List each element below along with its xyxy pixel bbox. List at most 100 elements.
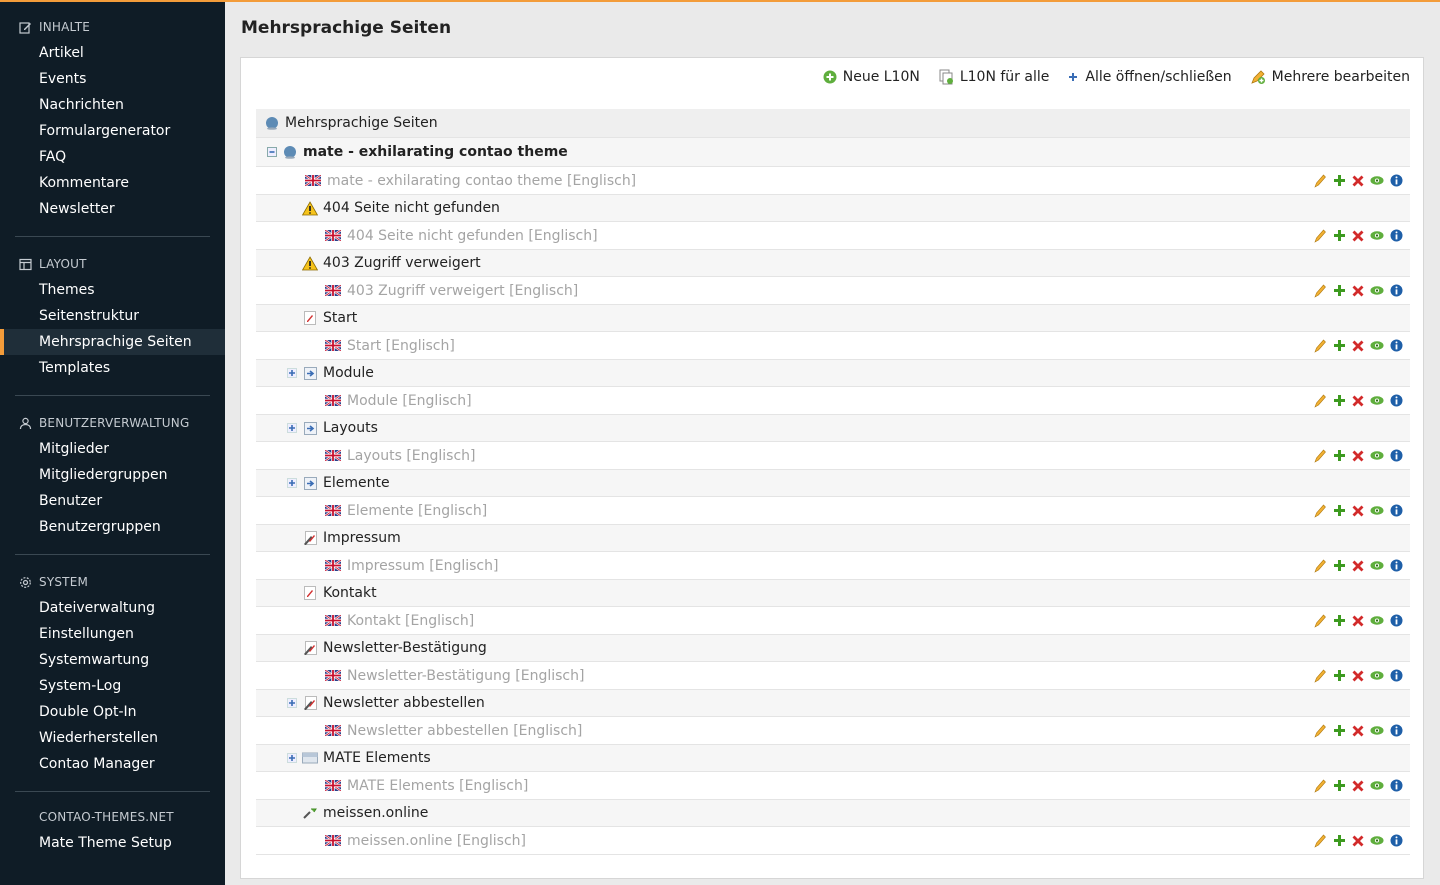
visible-icon[interactable] bbox=[1370, 669, 1384, 683]
sidebar-item[interactable]: Einstellungen bbox=[0, 621, 225, 647]
add-icon[interactable] bbox=[1332, 339, 1346, 353]
edit-icon[interactable] bbox=[1313, 614, 1327, 628]
add-icon[interactable] bbox=[1332, 174, 1346, 188]
tree-page-row[interactable]: Impressum bbox=[256, 525, 1410, 552]
edit-icon[interactable] bbox=[1313, 834, 1327, 848]
add-icon[interactable] bbox=[1332, 229, 1346, 243]
add-icon[interactable] bbox=[1332, 779, 1346, 793]
sidebar-item[interactable]: Formulargenerator bbox=[0, 118, 225, 144]
delete-icon[interactable] bbox=[1351, 614, 1365, 628]
new-l10n-button[interactable]: Neue L10N bbox=[823, 69, 920, 85]
visible-icon[interactable] bbox=[1370, 559, 1384, 573]
visible-icon[interactable] bbox=[1370, 394, 1384, 408]
add-icon[interactable] bbox=[1332, 724, 1346, 738]
sidebar-item[interactable]: Systemwartung bbox=[0, 647, 225, 673]
expand-icon[interactable] bbox=[284, 475, 300, 491]
tree-page-row[interactable]: Module bbox=[256, 360, 1410, 387]
nav-group-header[interactable]: CONTAO-THEMES.NET bbox=[0, 804, 225, 830]
expand-icon[interactable] bbox=[284, 365, 300, 381]
sidebar-item[interactable]: Artikel bbox=[0, 40, 225, 66]
sidebar-item[interactable]: Mitglieder bbox=[0, 436, 225, 462]
sidebar-item[interactable]: Nachrichten bbox=[0, 92, 225, 118]
sidebar-item[interactable]: Seitenstruktur bbox=[0, 303, 225, 329]
add-icon[interactable] bbox=[1332, 394, 1346, 408]
info-icon[interactable] bbox=[1389, 559, 1403, 573]
info-icon[interactable] bbox=[1389, 284, 1403, 298]
edit-icon[interactable] bbox=[1313, 394, 1327, 408]
nav-group-header[interactable]: SYSTEM bbox=[0, 569, 225, 595]
sidebar-item[interactable]: Mehrsprachige Seiten bbox=[0, 329, 225, 355]
visible-icon[interactable] bbox=[1370, 284, 1384, 298]
info-icon[interactable] bbox=[1389, 779, 1403, 793]
edit-icon[interactable] bbox=[1313, 504, 1327, 518]
visible-icon[interactable] bbox=[1370, 449, 1384, 463]
expand-icon[interactable] bbox=[284, 420, 300, 436]
delete-icon[interactable] bbox=[1351, 229, 1365, 243]
edit-icon[interactable] bbox=[1313, 724, 1327, 738]
delete-icon[interactable] bbox=[1351, 339, 1365, 353]
delete-icon[interactable] bbox=[1351, 174, 1365, 188]
info-icon[interactable] bbox=[1389, 394, 1403, 408]
nav-group-header[interactable]: BENUTZERVERWALTUNG bbox=[0, 410, 225, 436]
edit-icon[interactable] bbox=[1313, 559, 1327, 573]
tree-page-row[interactable]: Newsletter abbestellen bbox=[256, 690, 1410, 717]
info-icon[interactable] bbox=[1389, 339, 1403, 353]
visible-icon[interactable] bbox=[1370, 504, 1384, 518]
tree-page-row[interactable]: Start bbox=[256, 305, 1410, 332]
tree-page-row[interactable]: Kontakt bbox=[256, 580, 1410, 607]
info-icon[interactable] bbox=[1389, 449, 1403, 463]
add-icon[interactable] bbox=[1332, 614, 1346, 628]
info-icon[interactable] bbox=[1389, 174, 1403, 188]
visible-icon[interactable] bbox=[1370, 229, 1384, 243]
delete-icon[interactable] bbox=[1351, 394, 1365, 408]
edit-icon[interactable] bbox=[1313, 669, 1327, 683]
visible-icon[interactable] bbox=[1370, 174, 1384, 188]
delete-icon[interactable] bbox=[1351, 559, 1365, 573]
edit-icon[interactable] bbox=[1313, 779, 1327, 793]
sidebar-item[interactable]: Themes bbox=[0, 277, 225, 303]
tree-page-row[interactable]: Newsletter-Bestätigung bbox=[256, 635, 1410, 662]
delete-icon[interactable] bbox=[1351, 284, 1365, 298]
add-icon[interactable] bbox=[1332, 559, 1346, 573]
info-icon[interactable] bbox=[1389, 229, 1403, 243]
tree-page-row[interactable]: MATE Elements bbox=[256, 745, 1410, 772]
edit-icon[interactable] bbox=[1313, 449, 1327, 463]
info-icon[interactable] bbox=[1389, 834, 1403, 848]
delete-icon[interactable] bbox=[1351, 504, 1365, 518]
info-icon[interactable] bbox=[1389, 504, 1403, 518]
sidebar-item[interactable]: Dateiverwaltung bbox=[0, 595, 225, 621]
sidebar-item[interactable]: Wiederherstellen bbox=[0, 725, 225, 751]
tree-page-row[interactable]: Layouts bbox=[256, 415, 1410, 442]
edit-icon[interactable] bbox=[1313, 284, 1327, 298]
nav-group-header[interactable]: LAYOUT bbox=[0, 251, 225, 277]
edit-icon[interactable] bbox=[1313, 229, 1327, 243]
l10n-all-button[interactable]: L10N für alle bbox=[938, 69, 1049, 85]
delete-icon[interactable] bbox=[1351, 834, 1365, 848]
sidebar-item[interactable]: Benutzergruppen bbox=[0, 514, 225, 540]
visible-icon[interactable] bbox=[1370, 614, 1384, 628]
nav-group-header[interactable]: INHALTE bbox=[0, 14, 225, 40]
add-icon[interactable] bbox=[1332, 449, 1346, 463]
visible-icon[interactable] bbox=[1370, 834, 1384, 848]
visible-icon[interactable] bbox=[1370, 724, 1384, 738]
sidebar-item[interactable]: Double Opt-In bbox=[0, 699, 225, 725]
add-icon[interactable] bbox=[1332, 284, 1346, 298]
expand-icon[interactable] bbox=[284, 695, 300, 711]
sidebar-item[interactable]: System-Log bbox=[0, 673, 225, 699]
edit-icon[interactable] bbox=[1313, 174, 1327, 188]
sidebar-item[interactable]: Mitgliedergruppen bbox=[0, 462, 225, 488]
info-icon[interactable] bbox=[1389, 669, 1403, 683]
visible-icon[interactable] bbox=[1370, 779, 1384, 793]
sidebar-item[interactable]: Newsletter bbox=[0, 196, 225, 222]
info-icon[interactable] bbox=[1389, 724, 1403, 738]
sidebar-item[interactable]: Contao Manager bbox=[0, 751, 225, 777]
edit-icon[interactable] bbox=[1313, 339, 1327, 353]
sidebar-item[interactable]: FAQ bbox=[0, 144, 225, 170]
sidebar-item[interactable]: Benutzer bbox=[0, 488, 225, 514]
add-icon[interactable] bbox=[1332, 504, 1346, 518]
add-icon[interactable] bbox=[1332, 834, 1346, 848]
sidebar-item[interactable]: Kommentare bbox=[0, 170, 225, 196]
sidebar-item[interactable]: Mate Theme Setup bbox=[0, 830, 225, 856]
add-icon[interactable] bbox=[1332, 669, 1346, 683]
sidebar-item[interactable]: Events bbox=[0, 66, 225, 92]
